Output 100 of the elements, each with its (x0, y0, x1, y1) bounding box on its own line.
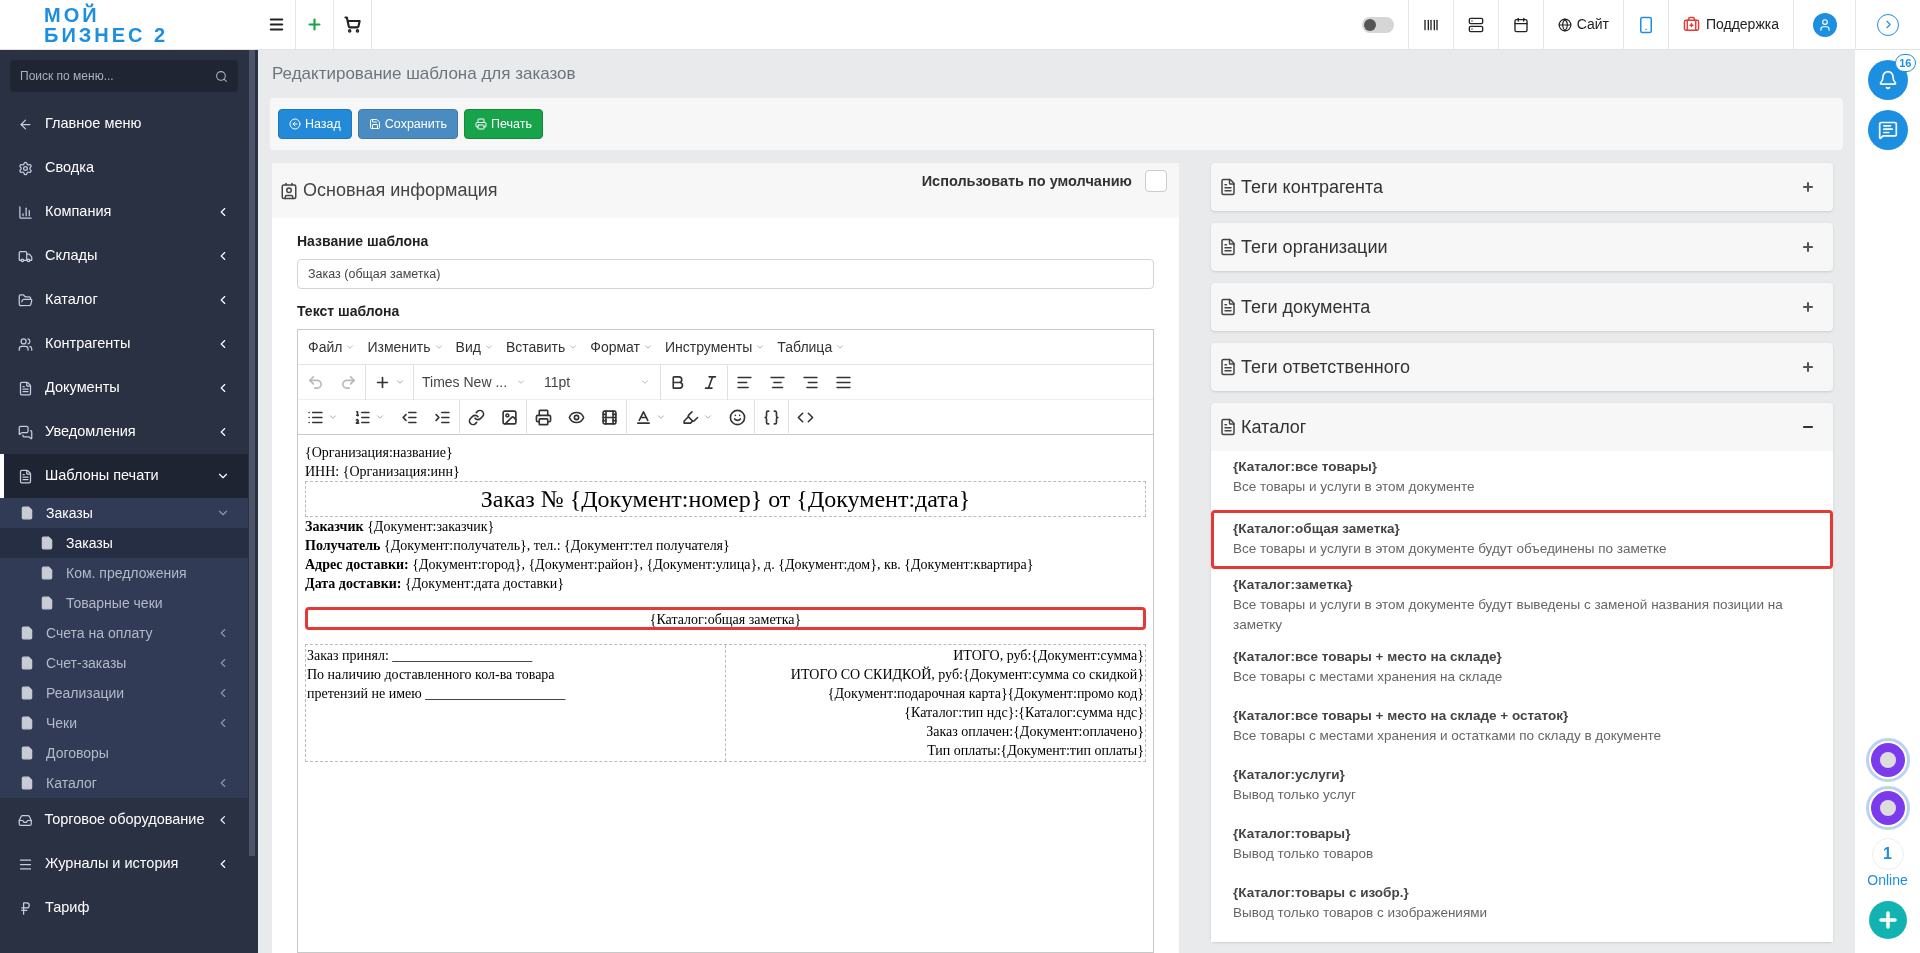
catalog-tag-item[interactable]: {Каталог:товары} Вывод только товаров (1211, 818, 1833, 877)
sidebar-item[interactable]: Заказы (0, 528, 248, 558)
catalog-note-block: {Каталог:общая заметка} (305, 607, 1146, 630)
template-name-field[interactable]: Заказ (общая заметка) (297, 259, 1154, 289)
tag-section-header[interactable]: Теги контрагента (1211, 163, 1833, 211)
sidebar-item[interactable]: Склады (0, 234, 248, 278)
font-select[interactable]: Times New ... (414, 371, 534, 393)
sidebar-item[interactable]: Чеки (0, 708, 248, 738)
chat-button[interactable] (1867, 110, 1908, 150)
tag-section-header[interactable]: Каталог (1211, 403, 1833, 451)
caret-icon (755, 342, 766, 352)
user-icon (1817, 17, 1832, 32)
cart-icon (344, 16, 361, 33)
plus-icon (1801, 180, 1815, 194)
emoji-icon (729, 408, 746, 426)
document-line: ИТОГО СО СКИДКОЙ, руб:{Документ:сумма со скидкой} (790, 665, 1144, 684)
tray-icon (18, 812, 33, 828)
caret-icon (345, 342, 356, 352)
sidebar-item[interactable]: Счет-заказы (0, 648, 248, 678)
document-icon (18, 468, 33, 484)
editor-menu-item[interactable]: Инструменты (659, 332, 772, 362)
arrow-circle-icon (289, 118, 301, 130)
media-icon (601, 408, 618, 426)
toggle-switch[interactable] (1361, 16, 1394, 33)
catalog-tag-item[interactable]: {Каталог:общая заметка} Все товары и услуги в этом документе будут объединены по заметке (1211, 510, 1833, 569)
folder-icon (18, 292, 33, 308)
catalog-tag-item[interactable]: {Каталог:услуги} Вывод только услуг (1211, 759, 1833, 818)
ruble-icon (18, 900, 33, 916)
size-select[interactable]: 11pt (534, 371, 660, 393)
catalog-tag-item[interactable]: {Каталог:все товары + место на складе} Все товары с местами хранения на складе (1211, 641, 1833, 700)
support-link[interactable]: Поддержка (1667, 0, 1793, 50)
caret-icon (516, 377, 526, 387)
sidebar-item[interactable]: Компания (0, 190, 248, 234)
editor-menu-item[interactable]: Изменить (361, 332, 450, 362)
document-line: претензий не имею ____________________ (307, 685, 566, 703)
chat-icon (1877, 120, 1898, 140)
sidebar-item[interactable]: Каталог (0, 278, 248, 322)
user-avatar[interactable] (1812, 12, 1837, 37)
document-line: Получатель {Документ:получатель}, тел.: {Документ:тел получателя} (305, 537, 730, 555)
tag-section-header[interactable]: Теги ответственного (1211, 343, 1833, 391)
sidebar-item[interactable]: Реализации (0, 678, 248, 708)
catalog-tag-item[interactable]: {Каталог:товары с изобр.} Вывод только товаров с изображениями (1211, 877, 1833, 936)
page-title: Редактирование шаблона для заказов (271, 63, 576, 86)
sidebar-item[interactable]: Уведомления (0, 410, 248, 454)
bell-icon (1877, 70, 1898, 90)
file-icon (20, 506, 34, 520)
file-icon (20, 716, 34, 730)
file-icon (20, 686, 34, 700)
online-label: Online (1867, 871, 1908, 890)
sidebar-item[interactable]: Сводка (0, 146, 248, 190)
editor-menu-item[interactable]: Формат (584, 332, 659, 362)
sidebar-item[interactable]: Каталог (0, 768, 248, 798)
sidebar-item[interactable]: Контрагенты (0, 322, 248, 366)
sidebar-item[interactable]: Счета на оплату (0, 618, 248, 648)
tag-section-header[interactable]: Теги документа (1211, 283, 1833, 331)
sidebar-item[interactable]: Договоры (0, 738, 248, 768)
sidebar-item[interactable]: Ком. предложения (0, 558, 248, 588)
sidebar-item[interactable]: Торговое оборудование (0, 798, 248, 842)
sidebar-item[interactable]: Товарные чеки (0, 588, 248, 618)
file-icon (20, 746, 34, 760)
editor-menu-item[interactable]: Вставить (499, 332, 585, 362)
editor-menu-item[interactable]: Таблица (771, 332, 852, 362)
default-checkbox[interactable] (1145, 170, 1167, 192)
catalog-tag-item[interactable]: {Каталог:заметка} Все товары и услуги в этом документе будут выведены с заменой названия позиции на заметку (1211, 569, 1833, 641)
file-icon (40, 596, 54, 610)
sidebar-item[interactable]: Документы (0, 366, 248, 410)
editor-menu-item[interactable]: Файл (302, 332, 362, 362)
search-field[interactable]: Поиск по меню... (10, 60, 238, 92)
document-icon (18, 380, 33, 396)
sidebar-item[interactable]: Шаблоны печати (0, 454, 248, 498)
users-icon (18, 336, 33, 352)
redo-icon (340, 373, 357, 391)
notification-badge: 16 (1895, 54, 1916, 72)
caret-icon (433, 342, 444, 352)
tag-section-header[interactable]: Теги организации (1211, 223, 1833, 271)
sidebar-item[interactable]: Заказы (0, 498, 248, 528)
caret-icon (395, 377, 405, 387)
plus-icon (306, 16, 323, 33)
sidebar-item[interactable]: Главное меню (0, 102, 248, 146)
catalog-tag-item[interactable]: {Каталог:все товары} Все товары и услуги в этом документе (1211, 451, 1833, 510)
save-button[interactable]: Сохранить (357, 109, 458, 139)
document-line: ИНН: {Организация:инн} (305, 463, 460, 481)
document-line: Заказ принял: ____________________ (307, 647, 533, 665)
site-link[interactable]: Сайт (1542, 0, 1623, 50)
sidebar-item[interactable]: Журналы и история (0, 842, 248, 886)
add-button[interactable] (1868, 901, 1907, 939)
sidebar-item[interactable]: Тариф (0, 886, 248, 930)
back-button[interactable]: Назад (278, 109, 352, 139)
document-line: Заказ оплачен:{Документ:оплачено} (926, 723, 1144, 741)
default-label: Использовать по умолчанию (921, 172, 1132, 191)
italic-icon (702, 373, 719, 391)
catalog-tag-item[interactable]: {Каталог:все товары + место на складе + остаток} Все товары с местами хранения и остатками по складу в документе (1211, 700, 1833, 759)
gear-icon (18, 160, 33, 176)
document-line: Тип оплаты:{Документ:тип оплаты} (927, 742, 1144, 760)
plus-icon (1801, 240, 1815, 254)
print-icon (535, 408, 552, 426)
editor-menu-item[interactable]: Вид (449, 332, 500, 362)
document-icon (1219, 238, 1237, 256)
contact-icon (280, 181, 298, 200)
globe-icon (1557, 17, 1572, 32)
